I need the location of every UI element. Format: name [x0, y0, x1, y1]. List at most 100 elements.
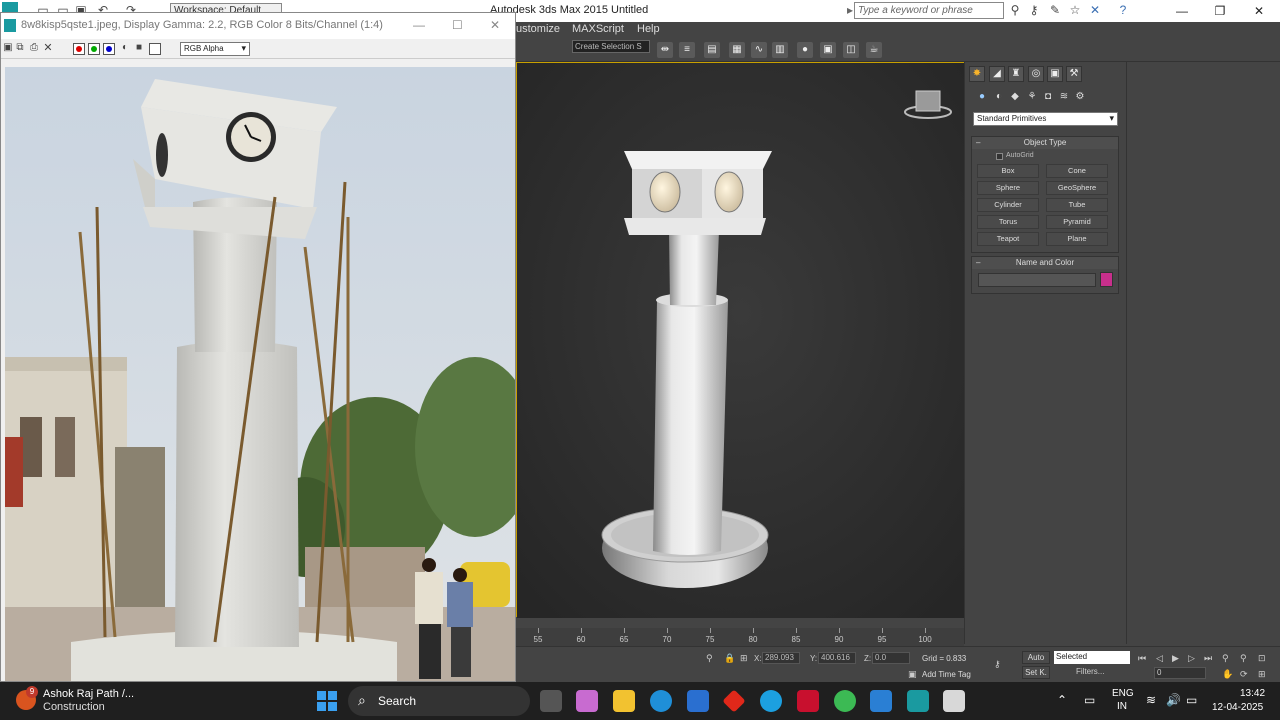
edge-browser-icon[interactable] — [650, 690, 672, 712]
task-view-icon[interactable] — [540, 690, 562, 712]
key-filter-dropdown[interactable]: Selected — [1054, 651, 1130, 664]
orbit-icon[interactable]: ⟳ — [1240, 669, 1248, 680]
clone-image-icon[interactable]: ⧉ — [13, 41, 27, 55]
photos-icon[interactable] — [870, 690, 892, 712]
prev-frame-icon[interactable]: ◁ — [1156, 653, 1163, 664]
modify-tab-icon[interactable]: ◢ — [989, 66, 1005, 82]
absolute-mode-icon[interactable]: ⊞ — [740, 653, 748, 664]
blue-channel-toggle[interactable] — [103, 43, 115, 55]
clock-time[interactable]: 13:42 — [1240, 688, 1265, 699]
name-and-color-header[interactable]: – Name and Color — [972, 257, 1118, 269]
close-icon[interactable]: ✕ — [1244, 2, 1274, 20]
monochrome-icon[interactable]: ■ — [132, 41, 146, 55]
space-warps-icon[interactable]: ≋ — [1057, 90, 1071, 104]
x-coord-field[interactable]: 289.093 — [762, 652, 800, 664]
perspective-viewport[interactable] — [516, 62, 965, 618]
set-key-button[interactable]: Set K. — [1022, 666, 1050, 679]
auto-key-button[interactable]: Auto — [1022, 651, 1050, 664]
goto-start-icon[interactable]: ⏮ — [1138, 653, 1146, 664]
cylinder-button[interactable]: Cylinder — [977, 198, 1039, 212]
anydesk-icon[interactable] — [722, 689, 746, 713]
checkbox-icon[interactable] — [996, 153, 1003, 160]
network-status-icon[interactable]: ▭ — [1084, 693, 1095, 707]
viewer-close-icon[interactable]: ✕ — [490, 18, 500, 32]
systems-icon[interactable]: ⚙ — [1073, 90, 1087, 104]
schematic-view-icon[interactable]: ▥ — [772, 42, 788, 58]
box-button[interactable]: Box — [977, 164, 1039, 178]
red-channel-toggle[interactable] — [73, 43, 85, 55]
clock-date[interactable]: 12-04-2025 — [1212, 702, 1263, 713]
object-type-header[interactable]: – Object Type — [972, 137, 1118, 149]
pyramid-button[interactable]: Pyramid — [1046, 215, 1108, 229]
viewer-minimize-icon[interactable]: — — [413, 18, 425, 32]
timeline[interactable]: 55 60 65 70 75 80 85 90 95 100 — [516, 628, 964, 646]
display-tab-icon[interactable]: ▣ — [1047, 66, 1063, 82]
wrench-icon[interactable]: ✎ — [1048, 3, 1062, 17]
next-frame-icon[interactable]: ▷ — [1188, 653, 1195, 664]
maximize-viewport-icon[interactable]: ⊞ — [1258, 669, 1266, 680]
menu-help[interactable]: Help — [637, 23, 660, 35]
y-coord-field[interactable]: 400.616 — [818, 652, 856, 664]
image-viewer-taskbar-icon[interactable] — [943, 690, 965, 712]
chrome-icon[interactable] — [834, 690, 856, 712]
scene-explorer-icon[interactable]: ▦ — [729, 42, 745, 58]
battery-icon[interactable]: ▭ — [1186, 693, 1197, 707]
geosphere-button[interactable]: GeoSphere — [1046, 181, 1108, 195]
cone-button[interactable]: Cone — [1046, 164, 1108, 178]
menu-maxscript[interactable]: MAXScript — [572, 23, 624, 35]
primitive-type-dropdown[interactable]: Standard Primitives — [973, 112, 1118, 126]
collapse-icon[interactable]: – — [976, 257, 980, 269]
filters-button[interactable]: Filters... — [1076, 667, 1104, 676]
autogrid-checkbox[interactable]: AutoGrid — [996, 152, 1034, 160]
create-tab-icon[interactable]: ✸ — [969, 66, 985, 82]
pan-icon[interactable]: ✋ — [1222, 669, 1233, 680]
goto-end-icon[interactable]: ⏭ — [1204, 653, 1212, 664]
lock-icon[interactable]: ⚲ — [706, 653, 713, 664]
taskbar-search-box[interactable]: ⌕ Search — [348, 686, 530, 716]
binoculars-icon[interactable]: ⚲ — [1008, 3, 1022, 17]
geometry-icon[interactable]: ● — [975, 90, 989, 104]
torus-button[interactable]: Torus — [977, 215, 1039, 229]
selection-set-dropdown[interactable]: Create Selection S — [572, 40, 650, 53]
file-explorer-icon[interactable] — [613, 690, 635, 712]
language-indicator[interactable]: ENG — [1112, 688, 1134, 699]
user-name-label[interactable]: Ashok Raj Path /... — [43, 688, 134, 700]
exchange-icon[interactable]: ✕ — [1088, 3, 1102, 17]
time-tag-icon[interactable]: ▣ — [908, 669, 917, 680]
set-key-icon[interactable]: ⚷ — [994, 659, 1001, 670]
cameras-icon[interactable]: ⚘ — [1025, 90, 1039, 104]
volume-icon[interactable]: 🔊 — [1166, 693, 1181, 707]
align-icon[interactable]: ≡ — [679, 42, 695, 58]
photoshop-express-icon[interactable] — [760, 690, 782, 712]
curve-editor-icon[interactable]: ∿ — [751, 42, 767, 58]
alpha-channel-icon[interactable]: ◐ — [118, 41, 132, 55]
render-frame-icon[interactable]: ◫ — [843, 42, 859, 58]
key-icon[interactable]: ⚷ — [1027, 3, 1041, 17]
helpers-icon[interactable]: ◘ — [1041, 90, 1055, 104]
print-icon[interactable]: ⎙ — [27, 41, 41, 55]
windows-start-icon[interactable] — [316, 690, 338, 712]
viewer-maximize-icon[interactable]: ☐ — [452, 18, 463, 32]
plane-button[interactable]: Plane — [1046, 232, 1108, 246]
menu-customize[interactable]: ustomize — [516, 23, 560, 35]
add-time-tag-button[interactable]: Add Time Tag — [922, 670, 971, 679]
lights-icon[interactable]: ◆ — [1008, 90, 1022, 104]
wifi-icon[interactable]: ≋ — [1146, 693, 1156, 707]
utilities-tab-icon[interactable]: ⚒ — [1066, 66, 1082, 82]
tube-button[interactable]: Tube — [1046, 198, 1108, 212]
background-swatch[interactable] — [149, 43, 161, 55]
layer-manager-icon[interactable]: ▤ — [704, 42, 720, 58]
render-setup-icon[interactable]: ▣ — [820, 42, 836, 58]
selection-lock-icon[interactable]: 🔒 — [724, 653, 735, 664]
material-editor-icon[interactable]: ● — [797, 42, 813, 58]
object-name-input[interactable] — [978, 273, 1096, 287]
zoom-extents-icon[interactable]: ⊡ — [1258, 653, 1266, 664]
render-teapot-icon[interactable]: ☕ — [866, 42, 882, 58]
mcafee-icon[interactable] — [797, 690, 819, 712]
minimize-icon[interactable]: — — [1167, 2, 1197, 20]
zoom-all-icon[interactable]: ⚲ — [1240, 653, 1247, 664]
zoom-icon[interactable]: ⚲ — [1222, 653, 1229, 664]
restore-icon[interactable]: ❐ — [1205, 2, 1235, 20]
mirror-icon[interactable]: ⇹ — [657, 42, 673, 58]
store-icon[interactable] — [687, 690, 709, 712]
